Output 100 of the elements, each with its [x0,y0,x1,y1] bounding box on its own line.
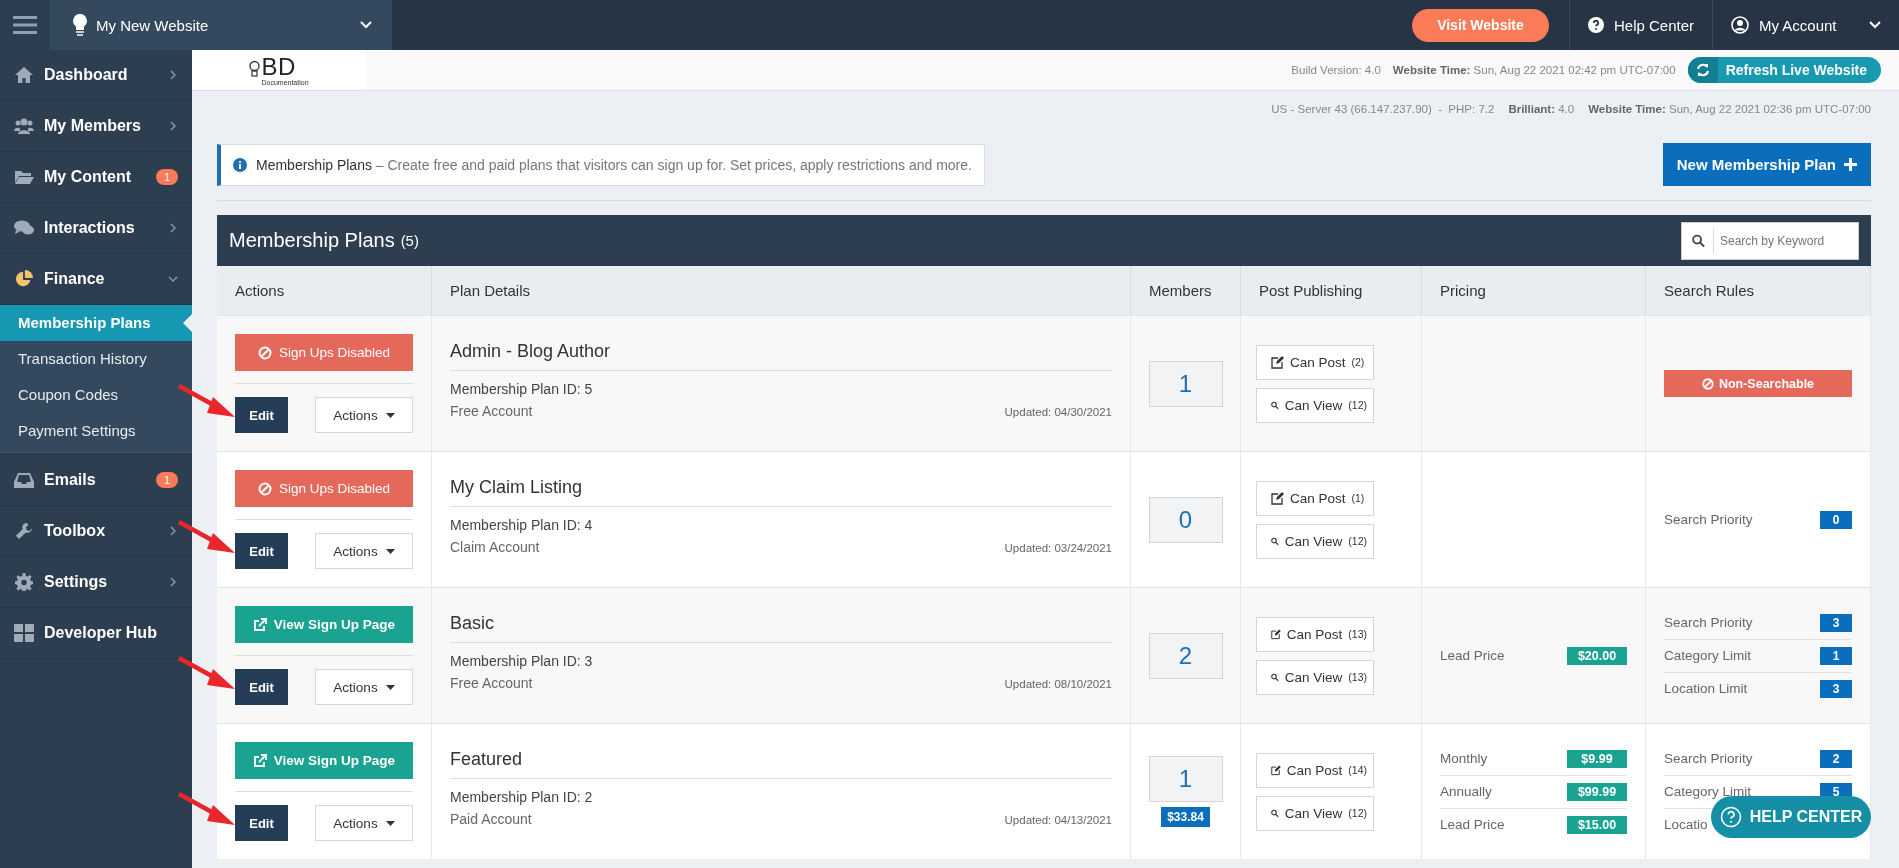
external-link-icon [252,753,267,768]
search-field[interactable]: Search by Keyword [1681,221,1859,260]
pie-chart-icon [14,270,34,288]
plus-icon [1844,158,1857,171]
arrow-annotation [177,520,235,554]
rule-label: Category Limit [1664,784,1752,799]
sidebar-subitem[interactable]: Transaction History [0,341,192,377]
site-selector[interactable]: My New Website [50,0,392,50]
edit-icon [1271,763,1281,777]
people-icon [14,117,34,135]
price-badge: $99.99 [1567,782,1627,801]
can-view-button[interactable]: Can View (13) [1256,659,1374,695]
rule-label: Search Priority [1664,512,1753,527]
refresh-icon [1695,63,1710,77]
server-info: US - Server 43 (66.147.237.90) - PHP: 7.2 [1271,103,1495,117]
member-count[interactable]: 1 [1148,756,1223,802]
can-post-button[interactable]: Can Post (14) [1256,752,1374,788]
price-label: Lead Price [1440,648,1505,663]
plan-id: Membership Plan ID: 3 [450,653,594,669]
ban-icon [1701,377,1714,390]
help-icon [1719,806,1742,828]
help-icon [1587,17,1604,33]
price-badge: $20.00 [1567,646,1627,665]
column-header: Members [1131,266,1241,315]
build-version: Build Version: 4.0 [1291,64,1381,76]
can-post-button[interactable]: Can Post (13) [1256,616,1374,652]
plan-id: Membership Plan ID: 2 [450,789,594,805]
actions-dropdown[interactable]: Actions [315,397,413,433]
inbox-icon [14,471,34,489]
arrow-annotation [177,656,235,690]
website-time: Website Time: Sun, Aug 22 2021 02:42 pm UTC-07:00 [1392,64,1676,76]
edit-button[interactable]: Edit [235,533,288,569]
rule-value: 3 [1820,613,1852,632]
sidebar-item[interactable]: Emails [44,471,146,489]
member-count[interactable]: 2 [1148,632,1223,679]
sidebar-item[interactable]: My Content [44,168,146,186]
actions-dropdown[interactable]: Actions [315,533,413,569]
rule-label: Search Priority [1664,615,1753,630]
plan-name: My Claim Listing [450,477,1112,507]
sidebar-item[interactable]: Finance [44,270,158,288]
column-header: Actions [217,266,432,315]
actions-dropdown[interactable]: Actions [315,669,413,705]
rule-value: 2 [1820,749,1852,768]
rule-value: 1 [1820,646,1852,665]
sidebar-item[interactable]: Settings [44,573,158,591]
sidebar-item[interactable]: Toolbox [44,522,158,540]
menu-icon [13,15,37,35]
plan-id: Membership Plan ID: 4 [450,517,594,533]
edit-icon [1271,627,1281,641]
sidebar-item[interactable]: Developer Hub [44,624,178,642]
updated-date: Updated: 04/30/2021 [1004,406,1112,418]
can-view-button[interactable]: Can View (12) [1256,387,1374,423]
caret-icon [385,820,395,826]
sidebar-item[interactable]: My Members [44,117,158,135]
arrow-annotation [177,792,235,826]
wrench-icon [14,522,34,540]
menu-button[interactable] [0,0,50,50]
lightbulb-icon [249,60,261,80]
count-badge: 1 [155,169,178,185]
chevron-down-icon [1869,21,1881,29]
lightbulb-icon [72,13,88,37]
column-header: Post Publishing [1241,266,1422,315]
member-count[interactable]: 0 [1148,496,1223,543]
can-post-button[interactable]: Can Post (2) [1256,344,1374,380]
sidebar-subitem[interactable]: Payment Settings [0,413,192,449]
column-header: Search Rules [1646,266,1871,315]
can-view-button[interactable]: Can View (12) [1256,795,1374,831]
updated-date: Updated: 08/10/2021 [1004,678,1112,690]
new-membership-plan-button[interactable]: New Membership Plan [1662,143,1871,186]
non-searchable-badge: Non-Searchable [1664,370,1852,397]
count-badge: 1 [155,472,178,488]
rule-label: Category Limit [1664,648,1752,663]
user-icon [1731,16,1749,34]
revenue-badge: $33.84 [1161,807,1210,827]
house-icon [14,66,34,84]
plan-name: Admin - Blog Author [450,341,1112,371]
sidebar-subitem[interactable]: Coupon Codes [0,377,192,413]
rule-label: Location Limit [1664,681,1748,696]
sidebar-item[interactable]: Dashboard [44,66,158,84]
account-type: Free Account [450,403,533,419]
rule-label: Search Priority [1664,751,1753,766]
account-type: Paid Account [450,811,532,827]
edit-button[interactable]: Edit [235,669,288,705]
edit-button[interactable]: Edit [235,805,288,841]
updated-date: Updated: 03/24/2021 [1004,542,1112,554]
server-info: Website Time: Sun, Aug 22 2021 02:36 pm UTC-07:00 [1588,103,1871,117]
info-icon [233,157,247,172]
price-label: Annually [1440,784,1492,799]
actions-dropdown[interactable]: Actions [315,805,413,841]
rule-value: 3 [1820,679,1852,698]
can-post-button[interactable]: Can Post (1) [1256,480,1374,516]
member-count[interactable]: 1 [1148,360,1223,407]
can-view-button[interactable]: Can View (12) [1256,523,1374,559]
edit-button[interactable]: Edit [235,397,288,433]
external-link-icon [252,617,267,632]
sidebar-item[interactable]: Interactions [44,219,158,237]
ban-icon [257,345,272,360]
edit-icon [1271,491,1284,505]
account-type: Free Account [450,675,533,691]
edit-icon [1271,355,1284,369]
